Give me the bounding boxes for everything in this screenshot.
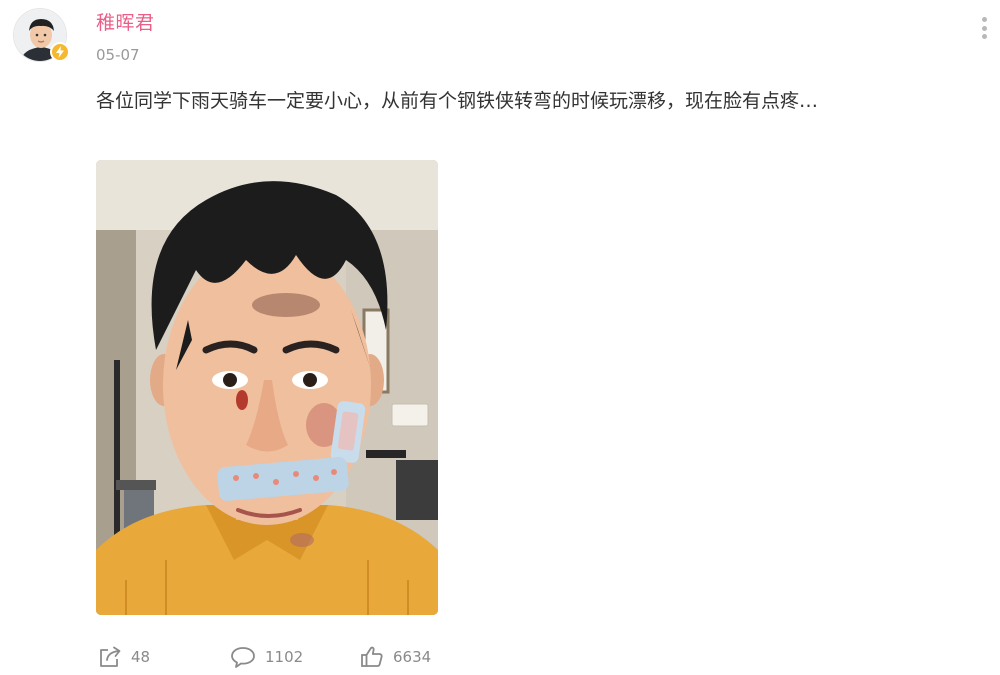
dot-icon bbox=[981, 17, 987, 22]
comment-icon bbox=[230, 645, 256, 669]
post-photo[interactable] bbox=[96, 160, 438, 615]
like-count: 6634 bbox=[393, 648, 432, 666]
dot-icon bbox=[981, 34, 987, 39]
share-count: 48 bbox=[131, 648, 151, 666]
post-date[interactable]: 05-07 bbox=[96, 46, 140, 64]
comment-count: 1102 bbox=[265, 648, 304, 666]
thumbs-up-icon bbox=[360, 645, 384, 669]
username-link[interactable]: 稚晖君 bbox=[96, 8, 155, 35]
user-avatar[interactable] bbox=[13, 8, 70, 62]
share-icon bbox=[98, 646, 122, 668]
like-button[interactable]: 6634 bbox=[360, 643, 431, 671]
comment-button[interactable]: 1102 bbox=[230, 643, 303, 671]
dot-icon bbox=[981, 25, 987, 31]
more-options-icon[interactable] bbox=[976, 14, 992, 42]
lightning-icon bbox=[50, 42, 70, 62]
selfie-photo bbox=[96, 160, 438, 615]
weibo-post: 稚晖君 05-07 各位同学下雨天骑车一定要小心，从前有个钢铁侠转弯的时候玩漂移… bbox=[0, 0, 1000, 675]
post-text: 各位同学下雨天骑车一定要小心，从前有个钢铁侠转弯的时候玩漂移，现在脸有点疼… bbox=[96, 90, 819, 112]
share-button[interactable]: 48 bbox=[98, 643, 150, 671]
